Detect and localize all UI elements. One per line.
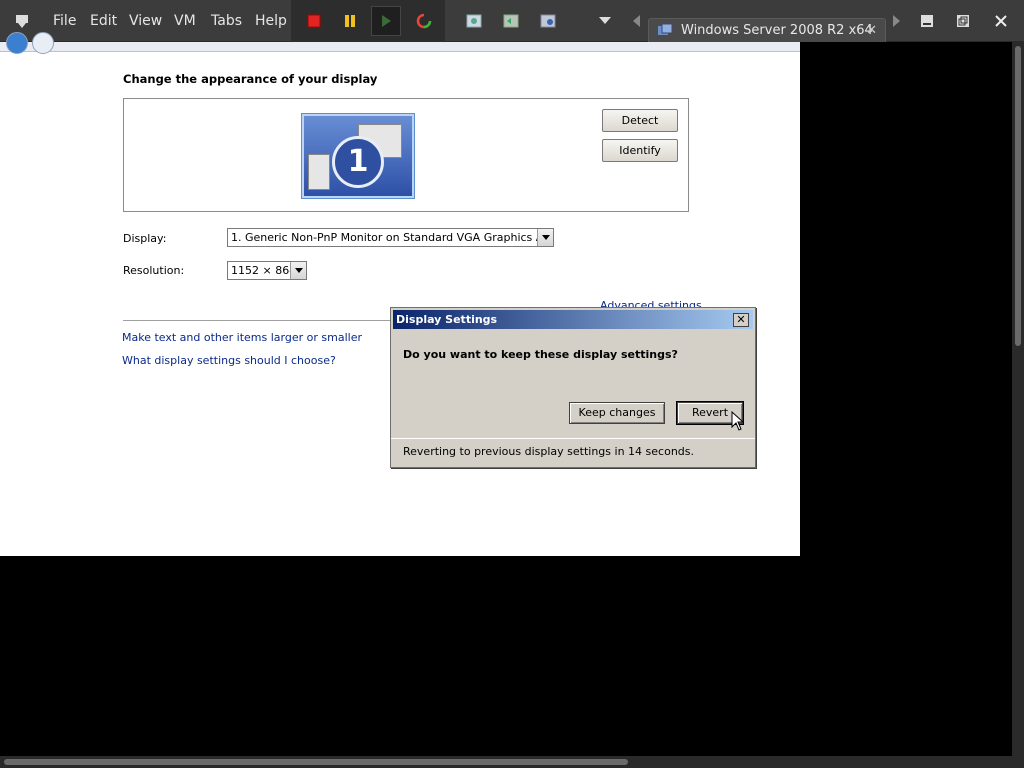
menu-file[interactable]: File bbox=[53, 0, 76, 42]
keep-changes-button[interactable]: Keep changes bbox=[569, 402, 665, 424]
menu-vm[interactable]: VM bbox=[174, 0, 196, 42]
vm-tab-icon bbox=[657, 23, 673, 43]
vertical-scrollbar[interactable] bbox=[1012, 42, 1024, 756]
display-settings-dialog: Display Settings ✕ Do you want to keep t… bbox=[390, 307, 756, 468]
menu-view[interactable]: View bbox=[129, 0, 162, 42]
host-toolbar: File Edit View VM Tabs Help Windows Serv… bbox=[0, 0, 1024, 42]
suspend-icon[interactable] bbox=[335, 6, 365, 36]
chevron-down-icon[interactable] bbox=[290, 262, 306, 279]
dialog-question: Do you want to keep these display settin… bbox=[403, 348, 678, 361]
display-label: Display: bbox=[123, 232, 167, 245]
menu-tabs[interactable]: Tabs bbox=[211, 0, 242, 42]
horizontal-scroll-thumb[interactable] bbox=[4, 759, 628, 765]
tab-scroll-left-icon[interactable] bbox=[630, 0, 644, 42]
text-size-link[interactable]: Make text and other items larger or smal… bbox=[122, 331, 362, 344]
horizontal-scrollbar[interactable] bbox=[0, 756, 1024, 768]
dropdown-chevron-icon[interactable] bbox=[594, 0, 616, 42]
vertical-scroll-thumb[interactable] bbox=[1015, 46, 1021, 346]
tab-title: Windows Server 2008 R2 x64 bbox=[681, 23, 873, 38]
back-icon[interactable] bbox=[6, 32, 28, 54]
identify-button[interactable]: Identify bbox=[602, 139, 678, 162]
dialog-separator bbox=[391, 438, 755, 439]
power-controls bbox=[291, 0, 445, 42]
snapshot-manager-icon[interactable] bbox=[536, 0, 560, 42]
close-window-icon[interactable] bbox=[990, 10, 1012, 32]
address-bar-strip bbox=[0, 32, 800, 54]
display-select[interactable]: 1. Generic Non-PnP Monitor on Standard V… bbox=[227, 228, 554, 247]
display-select-value: 1. Generic Non-PnP Monitor on Standard V… bbox=[231, 231, 554, 244]
screen-resolution-page: Change the appearance of your display 1 … bbox=[0, 32, 800, 556]
tab-windows-server[interactable]: Windows Server 2008 R2 x64 ✕ bbox=[648, 18, 886, 42]
page-title: Change the appearance of your display bbox=[123, 72, 378, 86]
menu-help[interactable]: Help bbox=[255, 0, 287, 42]
dialog-title-bar[interactable]: Display Settings ✕ bbox=[393, 310, 753, 329]
resolution-select-value: 1152 × 864 bbox=[231, 264, 297, 277]
menu-edit[interactable]: Edit bbox=[90, 0, 117, 42]
restore-icon[interactable] bbox=[952, 10, 974, 32]
power-off-icon[interactable] bbox=[299, 6, 329, 36]
monitor-1-icon[interactable]: 1 bbox=[301, 113, 415, 199]
tab-scroll-right-icon[interactable] bbox=[890, 0, 904, 42]
forward-icon[interactable] bbox=[32, 32, 54, 54]
guest-screen[interactable]: Change the appearance of your display 1 … bbox=[0, 32, 1012, 756]
chevron-down-icon[interactable] bbox=[537, 229, 553, 246]
minimize-icon[interactable] bbox=[916, 10, 938, 32]
snapshot-icon[interactable] bbox=[462, 0, 486, 42]
countdown-status: Reverting to previous display settings i… bbox=[403, 445, 694, 458]
display-help-link[interactable]: What display settings should I choose? bbox=[122, 354, 336, 367]
monitor-number: 1 bbox=[347, 144, 369, 179]
divider bbox=[123, 320, 391, 321]
detect-button[interactable]: Detect bbox=[602, 109, 678, 132]
dialog-close-icon[interactable]: ✕ bbox=[733, 313, 749, 327]
revert-snapshot-icon[interactable] bbox=[499, 0, 523, 42]
dialog-title: Display Settings bbox=[396, 313, 498, 326]
power-on-icon[interactable] bbox=[371, 6, 401, 36]
monitor-preview-box: 1 Detect Identify bbox=[123, 98, 689, 212]
reset-icon[interactable] bbox=[409, 6, 439, 36]
resolution-select[interactable]: 1152 × 864 bbox=[227, 261, 307, 280]
close-tab-icon[interactable]: ✕ bbox=[866, 23, 877, 38]
mouse-cursor-icon bbox=[731, 410, 745, 435]
resolution-label: Resolution: bbox=[123, 264, 185, 277]
